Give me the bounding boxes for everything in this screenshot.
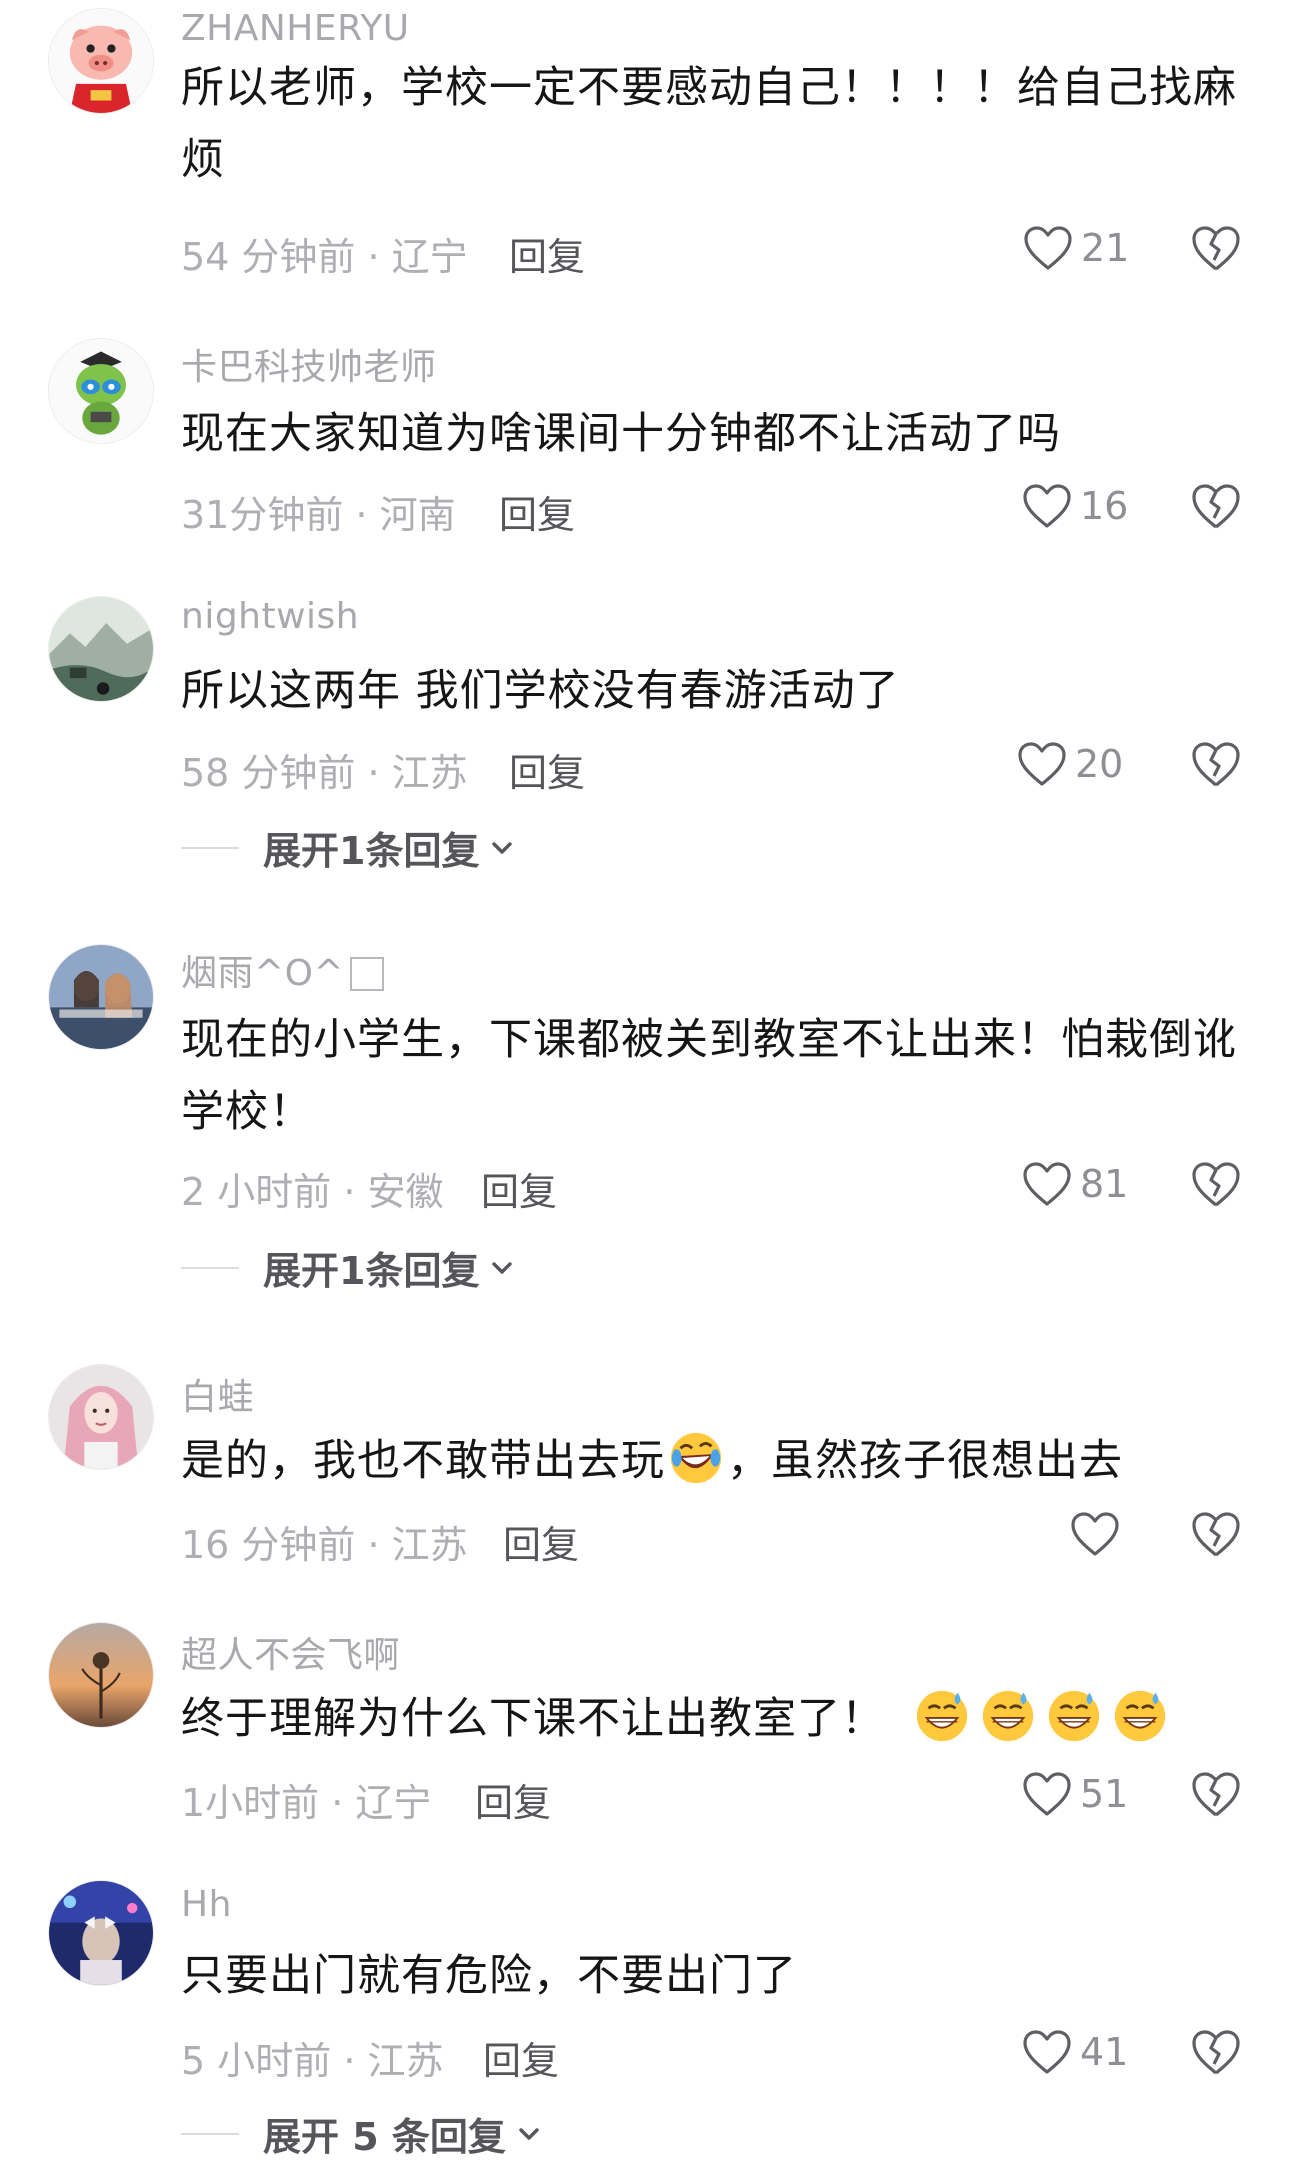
comment-text: 现在大家知道为啥课间十分钟都不让活动了吗 xyxy=(181,409,1061,459)
time-location: 54 分钟前 · 辽宁 xyxy=(181,235,468,279)
comment-text: 终于理解为什么下课不让出教室了！ xyxy=(181,1683,1241,1755)
like-button[interactable] xyxy=(1070,1504,1128,1564)
comment-text: 所以这两年 我们学校没有春游活动了 xyxy=(181,666,900,716)
girl-with-bow-avatar-icon xyxy=(49,1881,153,1985)
expand-replies-label: 展开1条回复 xyxy=(263,1249,480,1293)
time-location: 5 小时前 · 江苏 xyxy=(181,2039,444,2083)
reply-button[interactable]: 回复 xyxy=(509,742,585,797)
time-location: 1小时前 · 辽宁 xyxy=(181,1781,432,1825)
comment-text-part: 是的，我也不敢带出去玩 xyxy=(181,1436,665,1486)
like-count: 51 xyxy=(1080,1772,1129,1816)
dislike-button[interactable] xyxy=(1190,738,1242,790)
dislike-button[interactable] xyxy=(1190,1508,1242,1560)
broken-heart-outline-icon xyxy=(1192,226,1240,271)
comment-text: 所以老师，学校一定不要感动自己！！！！给自己找麻烦 xyxy=(181,63,1237,185)
like-count: 41 xyxy=(1080,2030,1129,2074)
heart-outline-icon xyxy=(1024,226,1072,270)
like-count: 21 xyxy=(1081,226,1130,270)
comment-text: 只要出门就有危险，不要出门了 xyxy=(181,1951,797,2001)
heart-outline-icon xyxy=(1023,484,1071,528)
username[interactable]: ZHANHERYU xyxy=(181,8,410,49)
divider-line xyxy=(181,2132,239,2135)
heart-outline-icon xyxy=(1023,1162,1071,1206)
heart-outline-icon xyxy=(1018,742,1066,786)
landscape-painting-avatar-icon xyxy=(49,597,153,701)
comment-text-part: 终于理解为什么下课不让出教室了！ xyxy=(181,1694,885,1744)
broken-heart-outline-icon xyxy=(1192,2030,1240,2075)
chevron-down-icon xyxy=(492,1261,513,1274)
grinning-sweat-emoji-icon xyxy=(979,1687,1037,1745)
divider-line xyxy=(181,1266,239,1269)
grinning-sweat-emoji-icon xyxy=(913,1687,971,1745)
username[interactable]: 卡巴科技帅老师 xyxy=(181,338,437,390)
dislike-button[interactable] xyxy=(1190,222,1242,274)
like-button[interactable]: 51 xyxy=(1022,1764,1128,1824)
broken-heart-outline-icon xyxy=(1192,1512,1240,1557)
reply-button[interactable]: 回复 xyxy=(503,1514,579,1569)
two-girls-photo-avatar-icon xyxy=(49,945,153,1049)
expand-replies-button[interactable]: 展开1条回复 xyxy=(181,820,517,875)
username[interactable]: 超人不会飞啊 xyxy=(181,1626,400,1678)
expand-replies-label: 展开1条回复 xyxy=(263,829,480,873)
sunset-flower-avatar-icon xyxy=(49,1623,153,1727)
avatar[interactable] xyxy=(48,1880,154,1986)
time-location: 2 小时前 · 安徽 xyxy=(181,1170,444,1214)
comment-text: 是的，我也不敢带出去玩 ，虽然孩子很想出去 xyxy=(181,1425,1241,1497)
reply-button[interactable]: 回复 xyxy=(481,1161,557,1216)
dislike-button[interactable] xyxy=(1190,2026,1242,2078)
reply-button[interactable]: 回复 xyxy=(475,1772,551,1827)
like-button[interactable]: 20 xyxy=(1017,734,1123,794)
broken-heart-outline-icon xyxy=(1192,742,1240,787)
avatar[interactable] xyxy=(48,338,154,444)
expand-replies-button[interactable]: 展开 5 条回复 xyxy=(181,2106,544,2161)
comment-text: 现在的小学生，下课都被关到教室不让出来！怕栽倒讹学校！ xyxy=(181,1015,1237,1137)
heart-outline-icon xyxy=(1071,1512,1119,1556)
dislike-button[interactable] xyxy=(1190,1158,1242,1210)
like-button[interactable]: 41 xyxy=(1022,2022,1128,2082)
reply-button[interactable]: 回复 xyxy=(499,484,575,539)
like-button[interactable]: 81 xyxy=(1022,1154,1128,1214)
reply-button[interactable]: 回复 xyxy=(509,226,585,281)
avatar[interactable] xyxy=(48,596,154,702)
grinning-sweat-emoji-icon xyxy=(1045,1687,1103,1745)
grinning-sweat-emoji-icon xyxy=(1111,1687,1169,1745)
time-location: 31分钟前 · 河南 xyxy=(181,493,456,537)
like-button[interactable]: 16 xyxy=(1022,476,1128,536)
like-count: 20 xyxy=(1075,742,1124,786)
reply-button[interactable]: 回复 xyxy=(483,2030,559,2085)
comment-text-part: ，虽然孩子很想出去 xyxy=(727,1436,1123,1486)
dislike-button[interactable] xyxy=(1190,480,1242,532)
like-button[interactable]: 21 xyxy=(1023,218,1129,278)
broken-heart-outline-icon xyxy=(1192,484,1240,529)
avatar[interactable] xyxy=(48,8,154,114)
broken-heart-outline-icon xyxy=(1192,1772,1240,1817)
dislike-button[interactable] xyxy=(1190,1768,1242,1820)
username[interactable]: 白蛙 xyxy=(181,1368,254,1420)
heart-outline-icon xyxy=(1023,1772,1071,1816)
pink-hair-girl-avatar-icon xyxy=(49,1365,153,1469)
heart-outline-icon xyxy=(1023,2030,1071,2074)
green-alien-graduate-avatar-icon xyxy=(49,339,153,443)
username-text: 烟雨^O^ xyxy=(181,953,345,994)
like-count: 16 xyxy=(1080,484,1129,528)
username[interactable]: 烟雨^O^ xyxy=(181,944,385,996)
time-location: 16 分钟前 · 江苏 xyxy=(181,1523,468,1567)
like-count: 81 xyxy=(1080,1162,1129,1206)
username[interactable]: Hh xyxy=(181,1884,232,1925)
cartoon-pig-avatar-icon xyxy=(49,9,153,113)
avatar[interactable] xyxy=(48,1364,154,1470)
username[interactable]: nightwish xyxy=(181,596,359,637)
time-location: 58 分钟前 · 江苏 xyxy=(181,751,468,795)
chevron-down-icon xyxy=(492,841,513,854)
avatar[interactable] xyxy=(48,1622,154,1728)
broken-heart-outline-icon xyxy=(1192,1162,1240,1207)
divider-line xyxy=(181,846,239,849)
chevron-down-icon xyxy=(519,2127,539,2140)
expand-replies-button[interactable]: 展开1条回复 xyxy=(181,1240,517,1295)
unsupported-glyph-box-icon xyxy=(350,957,385,991)
avatar[interactable] xyxy=(48,944,154,1050)
expand-replies-label: 展开 5 条回复 xyxy=(263,2115,506,2159)
rolling-laughing-emoji-icon xyxy=(667,1429,725,1487)
